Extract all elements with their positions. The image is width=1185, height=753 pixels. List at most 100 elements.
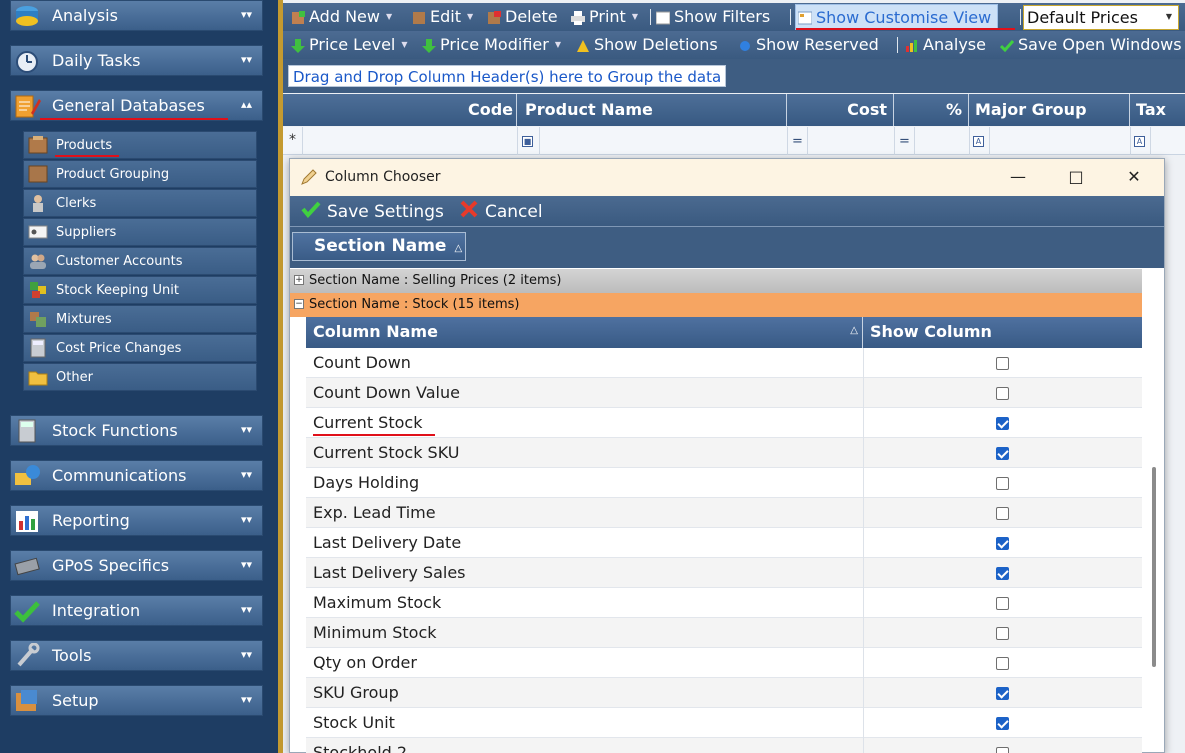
filter-cell-cost[interactable] xyxy=(808,127,895,155)
sidebar-item-cost-price-changes[interactable]: Cost Price Changes xyxy=(23,334,257,362)
column-row[interactable]: Maximum Stock xyxy=(306,588,1142,618)
column-row[interactable]: Count Down xyxy=(306,348,1142,378)
add-new-button[interactable]: Add New ▼ xyxy=(291,7,392,26)
edit-button[interactable]: Edit ▼ xyxy=(412,7,473,26)
analyse-button[interactable]: Analyse xyxy=(905,35,986,54)
filter-cell-major-group[interactable] xyxy=(990,127,1131,155)
pencil-icon xyxy=(300,168,318,186)
filter-operator-percent[interactable]: = xyxy=(895,127,915,155)
show-column-checkbox[interactable] xyxy=(996,687,1009,700)
column-header-column-name[interactable]: Column Name △ xyxy=(306,317,863,348)
sidebar-section-reporting[interactable]: Reporting ▾▾ xyxy=(10,505,263,536)
dropdown-arrow-icon[interactable]: ▼ xyxy=(467,12,473,21)
sidebar-section-daily-tasks[interactable]: Daily Tasks ▾▾ xyxy=(10,45,263,76)
show-column-checkbox[interactable] xyxy=(996,717,1009,730)
group-by-area[interactable]: Drag and Drop Column Header(s) here to G… xyxy=(283,59,1185,93)
close-icon[interactable]: ✕ xyxy=(1124,167,1144,187)
column-row[interactable]: Qty on Order xyxy=(306,648,1142,678)
price-level-button[interactable]: Price Level ▼ xyxy=(291,35,408,54)
sidebar-item-mixtures[interactable]: Mixtures xyxy=(23,305,257,333)
toolbar-divider xyxy=(790,9,791,25)
dialog-toolbar: Save Settings Cancel xyxy=(290,196,1164,226)
sidebar-section-integration[interactable]: Integration ▾▾ xyxy=(10,595,263,626)
show-column-checkbox[interactable] xyxy=(996,507,1009,520)
column-row[interactable]: Stock Unit xyxy=(306,708,1142,738)
column-row[interactable]: Current Stock SKU xyxy=(306,438,1142,468)
show-customise-view-button[interactable]: Show Customise View xyxy=(795,4,999,30)
column-row[interactable]: SKU Group xyxy=(306,678,1142,708)
show-filters-button[interactable]: Show Filters xyxy=(655,7,770,26)
column-row[interactable]: Exp. Lead Time xyxy=(306,498,1142,528)
sidebar-item-suppliers[interactable]: Suppliers xyxy=(23,218,257,246)
dropdown-arrow-icon[interactable]: ▼ xyxy=(555,40,561,49)
sidebar-section-communications[interactable]: Communications ▾▾ xyxy=(10,460,263,491)
filter-cell-percent[interactable] xyxy=(915,127,970,155)
sidebar-section-tools[interactable]: Tools ▾▾ xyxy=(10,640,263,671)
collapse-icon[interactable]: − xyxy=(294,299,304,309)
column-header-major-group[interactable]: Major Group xyxy=(970,94,1130,126)
group-row-stock[interactable]: − Section Name : Stock (15 items) xyxy=(290,293,1142,317)
dialog-titlebar[interactable]: Column Chooser — □ ✕ xyxy=(290,159,1164,196)
show-column-checkbox[interactable] xyxy=(996,657,1009,670)
sidebar-item-stock-keeping-unit[interactable]: Stock Keeping Unit xyxy=(23,276,257,304)
sidebar-item-other[interactable]: Other xyxy=(23,363,257,391)
group-row-selling-prices[interactable]: + Section Name : Selling Prices (2 items… xyxy=(290,269,1142,293)
sidebar-item-customer-accounts[interactable]: Customer Accounts xyxy=(23,247,257,275)
show-column-checkbox[interactable] xyxy=(996,477,1009,490)
save-open-windows-button[interactable]: Save Open Windows xyxy=(999,35,1182,54)
sidebar-item-clerks[interactable]: Clerks xyxy=(23,189,257,217)
show-column-checkbox[interactable] xyxy=(996,627,1009,640)
print-button[interactable]: Print ▼ xyxy=(571,7,638,26)
price-level-select[interactable]: Default Prices ▼ xyxy=(1023,5,1179,30)
column-header-code[interactable]: Code xyxy=(283,94,517,126)
filter-operator-cost[interactable]: = xyxy=(788,127,808,155)
filter-cell-product-name[interactable] xyxy=(540,127,788,155)
vertical-scrollbar[interactable] xyxy=(1152,467,1156,667)
show-column-checkbox[interactable] xyxy=(996,447,1009,460)
show-column-checkbox[interactable] xyxy=(996,597,1009,610)
show-column-checkbox[interactable] xyxy=(996,537,1009,550)
dropdown-arrow-icon[interactable]: ▼ xyxy=(632,12,638,21)
expand-icon[interactable]: + xyxy=(294,275,304,285)
green-check-icon xyxy=(301,200,321,223)
sidebar-section-setup[interactable]: Setup ▾▾ xyxy=(10,685,263,716)
column-header-show-column[interactable]: Show Column xyxy=(864,317,992,348)
column-row[interactable]: Minimum Stock xyxy=(306,618,1142,648)
show-column-checkbox[interactable] xyxy=(996,567,1009,580)
minimize-icon[interactable]: — xyxy=(1008,167,1028,187)
column-row[interactable]: Last Delivery Date xyxy=(306,528,1142,558)
show-reserved-button[interactable]: Show Reserved xyxy=(738,35,879,54)
cancel-button[interactable]: Cancel xyxy=(459,200,543,223)
column-header-cost[interactable]: Cost xyxy=(788,94,894,126)
sidebar-section-general-databases[interactable]: General Databases ▴▴ xyxy=(10,90,263,121)
show-column-checkbox[interactable] xyxy=(996,747,1009,753)
save-settings-button[interactable]: Save Settings xyxy=(301,200,444,223)
price-modifier-button[interactable]: Price Modifier ▼ xyxy=(422,35,561,54)
group-row-label: Section Name : Stock (15 items) xyxy=(309,297,520,312)
column-header-percent[interactable]: % xyxy=(895,94,969,126)
show-column-checkbox[interactable] xyxy=(996,417,1009,430)
column-row[interactable]: Last Delivery Sales xyxy=(306,558,1142,588)
sidebar-section-analysis[interactable]: Analysis ▾▾ xyxy=(10,0,263,31)
delete-button[interactable]: Delete xyxy=(487,7,558,26)
dropdown-arrow-icon[interactable]: ▼ xyxy=(386,12,392,21)
show-deletions-button[interactable]: Show Deletions xyxy=(576,35,718,54)
dropdown-arrow-icon[interactable]: ▼ xyxy=(401,40,407,49)
column-row[interactable]: Count Down Value xyxy=(306,378,1142,408)
column-row[interactable]: Stockhold 2 xyxy=(306,738,1142,753)
column-header-product-name[interactable]: Product Name xyxy=(518,94,787,126)
sidebar-section-gpos-specifics[interactable]: GPoS Specifics ▾▾ xyxy=(10,550,263,581)
group-chip-section-name[interactable]: Section Name △ xyxy=(292,232,466,261)
filter-operator-major-group[interactable]: A xyxy=(970,127,990,155)
column-header-tax[interactable]: Tax xyxy=(1131,94,1185,126)
filter-cell-code[interactable] xyxy=(303,127,518,155)
filter-operator-tax[interactable]: A xyxy=(1131,127,1151,155)
column-row[interactable]: Days Holding xyxy=(306,468,1142,498)
show-column-checkbox[interactable] xyxy=(996,387,1009,400)
maximize-icon[interactable]: □ xyxy=(1066,167,1086,187)
show-column-checkbox[interactable] xyxy=(996,357,1009,370)
dialog-group-area[interactable]: Section Name △ xyxy=(290,226,1164,268)
sidebar-item-product-grouping[interactable]: Product Grouping xyxy=(23,160,257,188)
sidebar-section-stock-functions[interactable]: Stock Functions ▾▾ xyxy=(10,415,263,446)
filter-operator-product-name[interactable]: ■ xyxy=(518,127,540,155)
